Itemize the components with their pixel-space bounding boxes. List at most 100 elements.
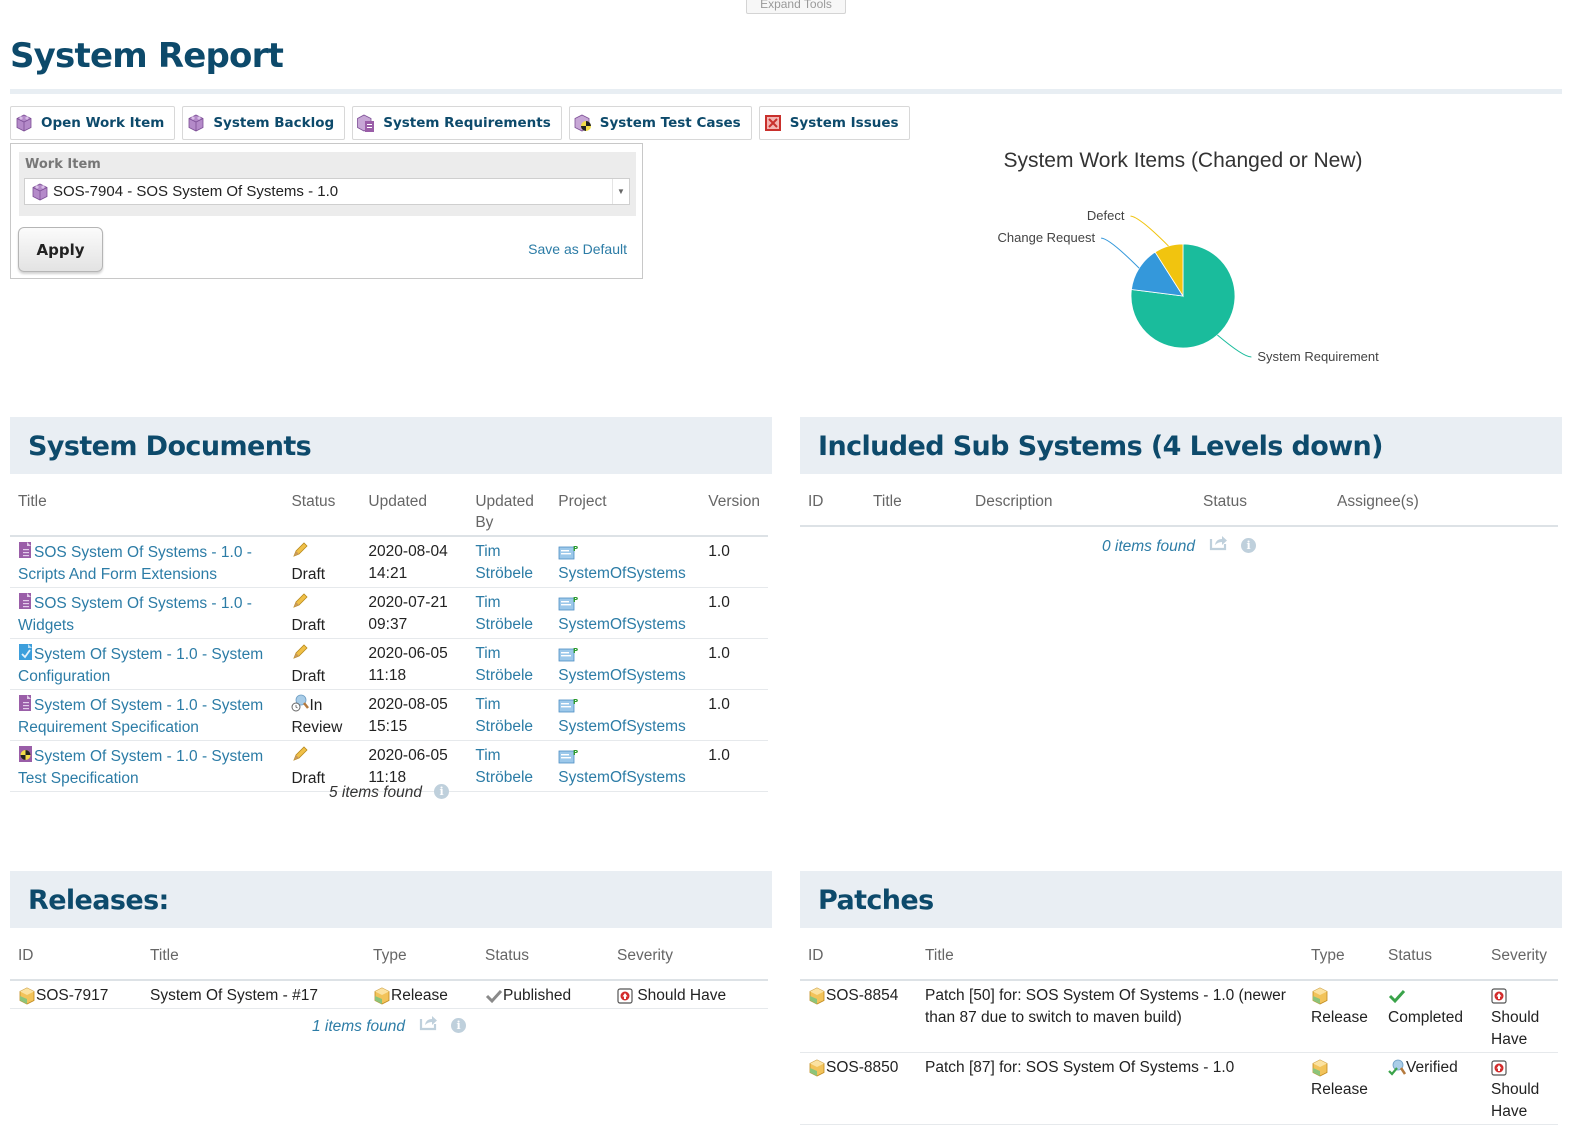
check-gray-icon — [485, 989, 503, 1004]
patch-title[interactable]: Patch [50] for: SOS System Of Systems - … — [917, 980, 1303, 1053]
open-work-item-button[interactable]: Open Work Item — [10, 106, 176, 140]
work-item-selected-value: SOS-7904 - SOS System Of Systems - 1.0 — [53, 183, 339, 200]
info-icon[interactable]: i — [451, 1018, 467, 1033]
pie-chart: System Requirement Change Request Defect — [998, 208, 1380, 364]
column-header-status[interactable]: Status — [1195, 484, 1329, 527]
document-title-cell[interactable]: SOS System Of Systems - 1.0 - Scripts An… — [10, 536, 284, 588]
column-header-updated[interactable]: Updated — [360, 484, 468, 537]
column-header-id[interactable]: ID — [10, 938, 142, 981]
document-updated-by-link[interactable]: Tim Ströbele — [467, 536, 551, 588]
system-requirements-button[interactable]: System Requirements — [352, 106, 562, 140]
document-updated-by-link[interactable]: Tim Ströbele — [467, 689, 551, 741]
patch-status: Verified — [1406, 1059, 1458, 1076]
document-title-link[interactable]: System Of System - 1.0 - System Test Spe… — [18, 748, 263, 787]
work-items-chart: System Work Items (Changed or New) Syste… — [960, 140, 1406, 390]
apply-button[interactable]: Apply — [18, 227, 103, 272]
user-first-name: Tim — [475, 696, 501, 713]
column-header-description[interactable]: Description — [967, 484, 1195, 527]
column-header-title[interactable]: Title — [917, 938, 1303, 981]
release-icon — [1311, 987, 1329, 1005]
system-test-cases-button[interactable]: System Test Cases — [568, 106, 752, 140]
patch-status-cell: Completed — [1380, 980, 1483, 1053]
patch-severity-cell: Should Have — [1483, 1052, 1558, 1125]
user-last-name: Ströbele — [475, 616, 534, 633]
table-row[interactable]: SOS-7917 System Of System - #17 Release … — [10, 980, 768, 1009]
document-title-cell[interactable]: System Of System - 1.0 - System Configur… — [10, 638, 284, 690]
export-icon[interactable] — [1209, 533, 1229, 551]
save-as-default-link[interactable]: Save as Default — [528, 241, 627, 257]
release-title[interactable]: System Of System - #17 — [142, 980, 365, 1009]
document-purple-icon — [18, 694, 34, 712]
user-first-name: Tim — [475, 594, 501, 611]
document-title-cell[interactable]: SOS System Of Systems - 1.0 - Widgets — [10, 587, 284, 639]
release-icon — [808, 1059, 826, 1077]
project-name: SystemOfSystems — [558, 667, 686, 684]
table-row[interactable]: System Of System - 1.0 - System Requirem… — [10, 689, 768, 741]
pie-callout-line — [1217, 334, 1252, 358]
work-item-label: Work Item — [25, 157, 101, 172]
export-icon[interactable] — [419, 1013, 439, 1031]
release-type: Release — [391, 987, 448, 1004]
patch-id: SOS-8850 — [826, 1059, 899, 1076]
column-header-severity[interactable]: Severity — [1483, 938, 1558, 981]
table-row[interactable]: SOS-8854 Patch [50] for: SOS System Of S… — [800, 980, 1558, 1053]
table-row[interactable]: System Of System - 1.0 - System Configur… — [10, 638, 768, 690]
document-status: Draft — [291, 566, 326, 583]
column-header-type[interactable]: Type — [365, 938, 477, 981]
column-header-id[interactable]: ID — [800, 938, 917, 981]
document-title-link[interactable]: SOS System Of Systems - 1.0 - Widgets — [18, 595, 252, 634]
patch-id: SOS-8854 — [826, 987, 899, 1004]
document-status: Draft — [291, 617, 326, 634]
work-item-select[interactable]: SOS-7904 - SOS System Of Systems - 1.0 ▼ — [24, 178, 630, 205]
release-id-cell[interactable]: SOS-7917 — [10, 980, 142, 1009]
system-documents-header: System Documents — [10, 417, 772, 474]
table-row[interactable]: SOS System Of Systems - 1.0 - Scripts An… — [10, 536, 768, 588]
column-header-project[interactable]: Project — [550, 484, 701, 537]
release-icon — [373, 987, 391, 1005]
patch-id-cell[interactable]: SOS-8850 — [800, 1052, 917, 1125]
title-divider — [10, 89, 1562, 94]
document-status-cell: In Review — [283, 689, 361, 741]
info-icon[interactable]: i — [434, 784, 450, 799]
document-title-link[interactable]: System Of System - 1.0 - System Requirem… — [18, 697, 263, 736]
verified-icon — [1388, 1059, 1406, 1076]
column-header-updated-by[interactable]: Updated By — [467, 484, 551, 537]
column-header-version[interactable]: Version — [700, 484, 768, 537]
severity-should-have-icon — [1491, 988, 1507, 1004]
document-project-link[interactable]: SystemOfSystems — [550, 638, 701, 690]
release-severity-cell: Should Have — [609, 980, 768, 1009]
document-title-link[interactable]: System Of System - 1.0 - System Configur… — [18, 646, 263, 685]
document-title-link[interactable]: SOS System Of Systems - 1.0 - Scripts An… — [18, 544, 252, 583]
column-header-title[interactable]: Title — [865, 484, 967, 527]
issue-icon — [764, 115, 781, 131]
document-title-cell[interactable]: System Of System - 1.0 - System Requirem… — [10, 689, 284, 741]
patch-title[interactable]: Patch [87] for: SOS System Of Systems - … — [917, 1052, 1303, 1125]
expand-tools-button[interactable]: Expand Tools — [746, 0, 846, 14]
document-project-link[interactable]: SystemOfSystems — [550, 536, 701, 588]
column-header-id[interactable]: ID — [800, 484, 865, 527]
table-row[interactable]: SOS-8850 Patch [87] for: SOS System Of S… — [800, 1052, 1558, 1125]
column-header-assignees[interactable]: Assignee(s) — [1329, 484, 1558, 527]
column-header-type[interactable]: Type — [1303, 938, 1380, 981]
table-header-row: ID Title Type Status Severity — [800, 938, 1558, 981]
chevron-down-icon[interactable]: ▼ — [612, 179, 629, 204]
table-row[interactable]: SOS System Of Systems - 1.0 - Widgets Dra… — [10, 587, 768, 639]
releases-table: ID Title Type Status Severity SOS-7917 S… — [10, 938, 768, 1009]
column-header-status[interactable]: Status — [1380, 938, 1483, 981]
document-updated-by-link[interactable]: Tim Ströbele — [467, 638, 551, 690]
document-project-link[interactable]: SystemOfSystems — [550, 587, 701, 639]
document-project-link[interactable]: SystemOfSystems — [550, 689, 701, 741]
patch-id-cell[interactable]: SOS-8854 — [800, 980, 917, 1053]
column-header-title[interactable]: Title — [142, 938, 365, 981]
updated-date: 2020-08-05 — [368, 696, 448, 713]
release-icon — [1311, 1059, 1329, 1077]
column-header-title[interactable]: Title — [10, 484, 284, 537]
system-documents-title: System Documents — [28, 431, 312, 462]
info-icon[interactable]: i — [1241, 538, 1257, 553]
column-header-severity[interactable]: Severity — [609, 938, 768, 981]
document-updated-by-link[interactable]: Tim Ströbele — [467, 587, 551, 639]
system-backlog-button[interactable]: System Backlog — [182, 106, 346, 140]
column-header-status[interactable]: Status — [283, 484, 361, 537]
system-issues-button[interactable]: System Issues — [758, 106, 910, 140]
column-header-status[interactable]: Status — [477, 938, 609, 981]
